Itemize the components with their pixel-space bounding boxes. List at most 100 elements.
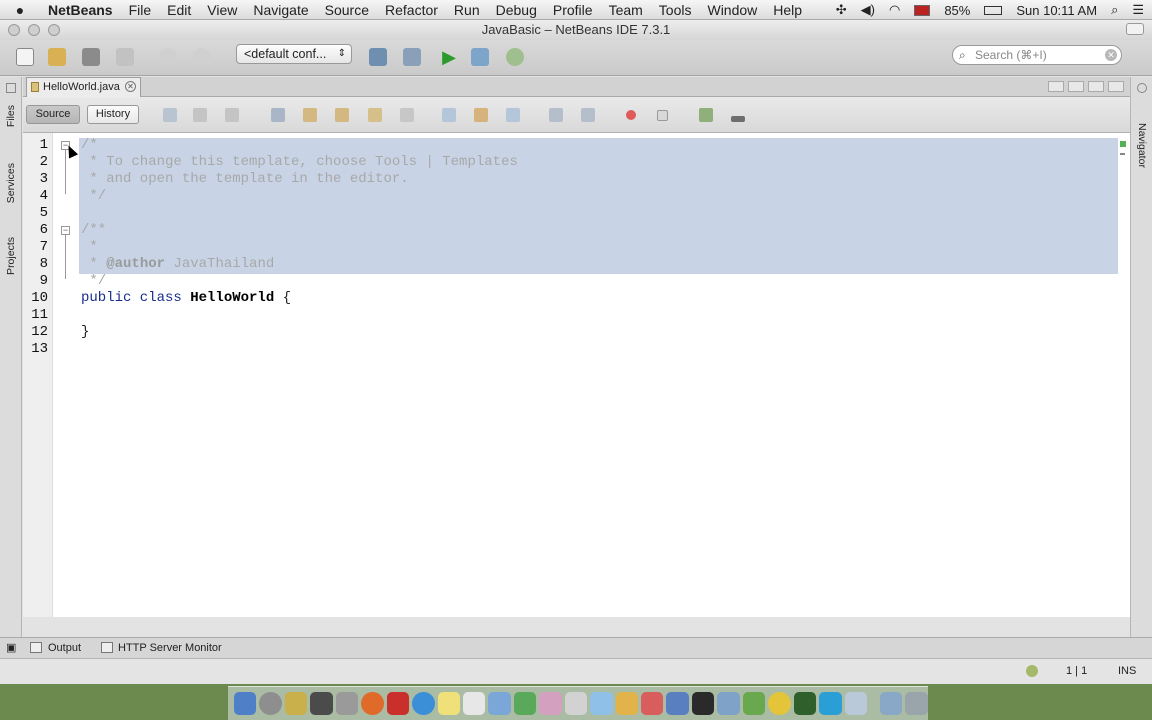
toggle-rectangular-selection-icon[interactable]: [400, 108, 414, 122]
menu-refactor[interactable]: Refactor: [377, 0, 446, 20]
error-stripe-mark[interactable]: [1120, 153, 1125, 155]
fold-toggle-icon[interactable]: −: [61, 226, 70, 235]
source-button[interactable]: Source: [26, 105, 80, 124]
menu-clock[interactable]: Sun 10:11 AM: [1016, 3, 1097, 18]
close-tab-icon[interactable]: ✕: [125, 81, 136, 92]
notes-icon[interactable]: [437, 692, 460, 715]
dock-app-icon[interactable]: [539, 692, 562, 715]
dreamweaver-icon[interactable]: [793, 692, 817, 715]
battery-percent[interactable]: 85%: [944, 3, 970, 18]
code-editor[interactable]: 1 2 3 4 5 6 7 8 9 10 11 12 13 − − /* * T…: [23, 133, 1130, 617]
previous-bookmark-icon[interactable]: [442, 108, 456, 122]
build-button[interactable]: [366, 45, 390, 69]
find-previous-icon[interactable]: [303, 108, 317, 122]
wifi-icon[interactable]: ◠: [889, 2, 900, 18]
chrome-icon[interactable]: [768, 692, 791, 715]
menu-help[interactable]: Help: [765, 0, 810, 20]
dock-app-icon[interactable]: [717, 692, 740, 715]
flag-icon[interactable]: [914, 4, 931, 16]
configuration-select[interactable]: <default conf... ⇕: [236, 44, 352, 64]
run-button[interactable]: ▶: [437, 45, 461, 69]
bluetooth-icon[interactable]: ✣: [836, 2, 847, 18]
menu-team[interactable]: Team: [601, 0, 651, 20]
zoom-window-icon[interactable]: [48, 24, 60, 36]
last-edit-icon[interactable]: [163, 108, 177, 122]
dock-app-icon[interactable]: [513, 692, 537, 715]
tab-list-icon[interactable]: [1088, 81, 1104, 92]
profile-button[interactable]: [503, 45, 527, 69]
new-project-button[interactable]: [45, 45, 69, 69]
menu-profile[interactable]: Profile: [545, 0, 601, 20]
left-minimize-icon[interactable]: [6, 83, 16, 93]
tab-navigator[interactable]: Navigator: [1136, 123, 1148, 168]
dock-app-icon[interactable]: [641, 692, 664, 715]
menu-tools[interactable]: Tools: [651, 0, 700, 20]
uncomment-icon[interactable]: [731, 116, 745, 122]
back-icon[interactable]: [193, 108, 207, 122]
shift-right-icon[interactable]: [581, 108, 595, 122]
maximize-editor-icon[interactable]: [1108, 81, 1124, 92]
volume-icon[interactable]: ◀): [861, 2, 875, 18]
menu-view[interactable]: View: [199, 0, 245, 20]
notifications-icon[interactable]: [1026, 665, 1038, 677]
menu-edit[interactable]: Edit: [159, 0, 199, 20]
dock-app-icon[interactable]: [564, 692, 588, 715]
tab-services[interactable]: Services: [5, 163, 17, 203]
find-next-icon[interactable]: [335, 108, 349, 122]
menu-window[interactable]: Window: [699, 0, 765, 20]
apple-icon[interactable]: ●: [0, 2, 40, 18]
find-icon[interactable]: [271, 108, 285, 122]
tab-output[interactable]: Output: [48, 641, 81, 655]
minimize-window-icon[interactable]: [28, 24, 40, 36]
launchpad-icon[interactable]: [259, 692, 282, 715]
start-macro-icon[interactable]: [626, 110, 636, 120]
error-stripe-ok-icon[interactable]: [1120, 141, 1126, 147]
save-all-button[interactable]: [113, 45, 137, 69]
spotlight-icon[interactable]: ⌕: [1111, 2, 1118, 18]
toolbar-toggle-icon[interactable]: [1126, 23, 1144, 35]
menu-file[interactable]: File: [121, 0, 160, 20]
next-bookmark-icon[interactable]: [474, 108, 488, 122]
toggle-bookmark-icon[interactable]: [506, 108, 520, 122]
scroll-left-icon[interactable]: [1048, 81, 1064, 92]
new-file-button[interactable]: [13, 45, 37, 69]
search-field[interactable]: ⌕ Search (⌘+I) ✕: [952, 45, 1122, 65]
dock-app-icon[interactable]: [819, 692, 842, 715]
dock-app-icon[interactable]: [284, 692, 308, 715]
debug-button[interactable]: [468, 45, 492, 69]
trash-icon[interactable]: [905, 692, 928, 715]
dock-app-icon[interactable]: [615, 692, 638, 715]
tab-helloworld-java[interactable]: HelloWorld.java ✕: [26, 77, 141, 97]
comment-icon[interactable]: [699, 108, 713, 122]
tab-http-server-monitor[interactable]: HTTP Server Monitor: [118, 641, 222, 655]
close-window-icon[interactable]: [8, 24, 20, 36]
right-minimize-icon[interactable]: [1137, 83, 1147, 93]
undo-button[interactable]: [156, 45, 180, 69]
dock-app-icon[interactable]: [488, 692, 511, 715]
open-project-button[interactable]: [79, 45, 103, 69]
dock-app-icon[interactable]: [412, 692, 435, 715]
clear-search-icon[interactable]: ✕: [1105, 49, 1117, 61]
filezilla-icon[interactable]: [386, 692, 410, 715]
menu-source[interactable]: Source: [317, 0, 377, 20]
dock-app-icon[interactable]: [666, 692, 689, 715]
clean-build-button[interactable]: [400, 45, 424, 69]
utorrent-icon[interactable]: [742, 692, 766, 715]
notification-icon[interactable]: ☰: [1132, 2, 1144, 18]
stop-macro-icon[interactable]: [657, 110, 668, 121]
tab-projects[interactable]: Projects: [5, 237, 17, 275]
firefox-icon[interactable]: [361, 692, 384, 715]
toggle-highlight-icon[interactable]: [368, 108, 382, 122]
menu-run[interactable]: Run: [446, 0, 488, 20]
dock-app-icon[interactable]: [310, 692, 333, 715]
dock-app-icon[interactable]: [844, 692, 867, 715]
preview-icon[interactable]: [590, 692, 613, 715]
tab-files[interactable]: Files: [5, 105, 17, 127]
system-preferences-icon[interactable]: [335, 692, 359, 715]
redo-button[interactable]: [190, 45, 214, 69]
history-button[interactable]: History: [87, 105, 139, 124]
scroll-right-icon[interactable]: [1068, 81, 1084, 92]
menu-app-name[interactable]: NetBeans: [40, 0, 121, 20]
downloads-folder-icon[interactable]: [879, 692, 903, 715]
finder-icon[interactable]: [234, 692, 257, 715]
